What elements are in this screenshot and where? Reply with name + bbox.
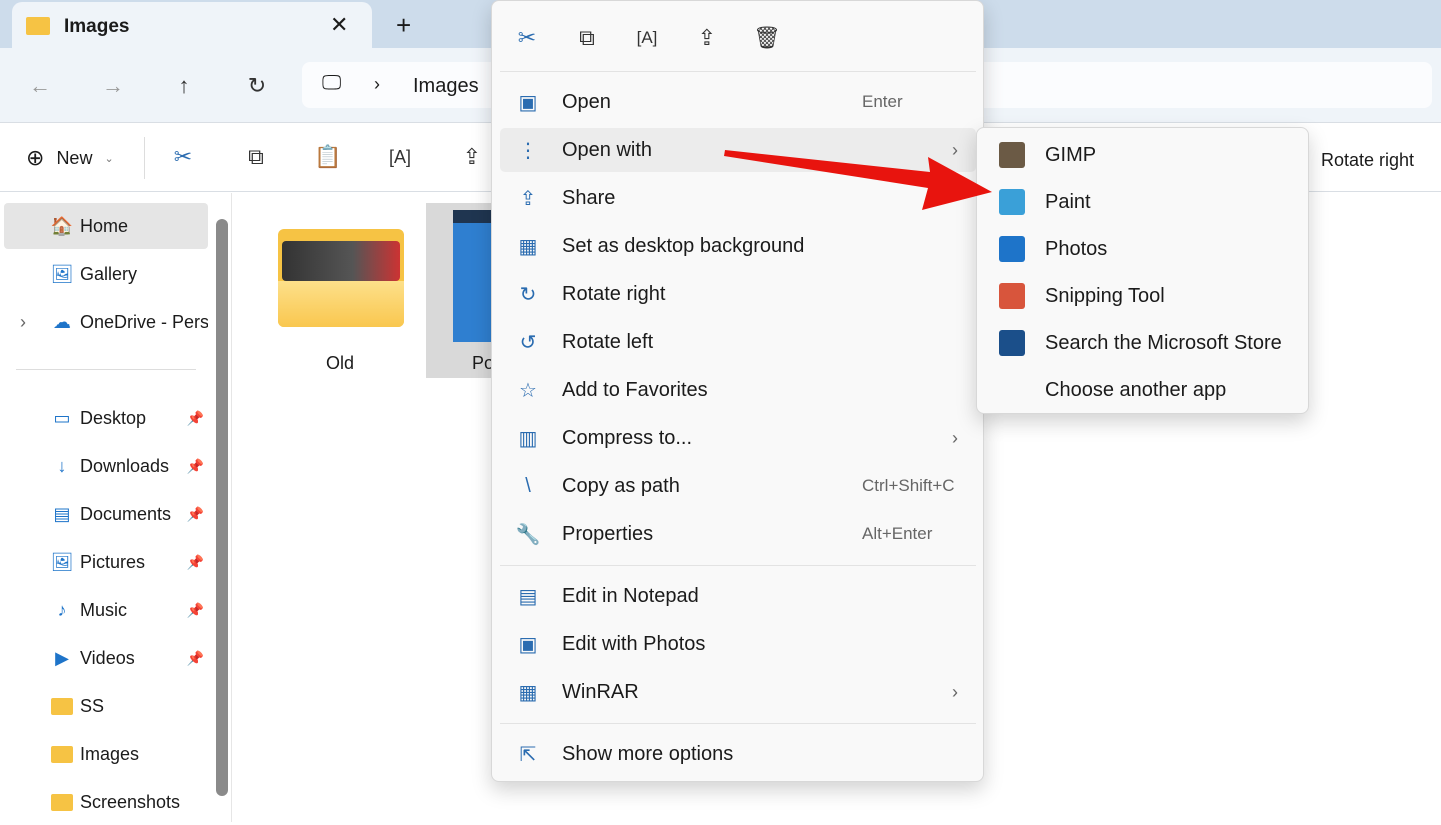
arrow-shape <box>724 150 992 210</box>
annotation-arrow <box>724 150 992 210</box>
